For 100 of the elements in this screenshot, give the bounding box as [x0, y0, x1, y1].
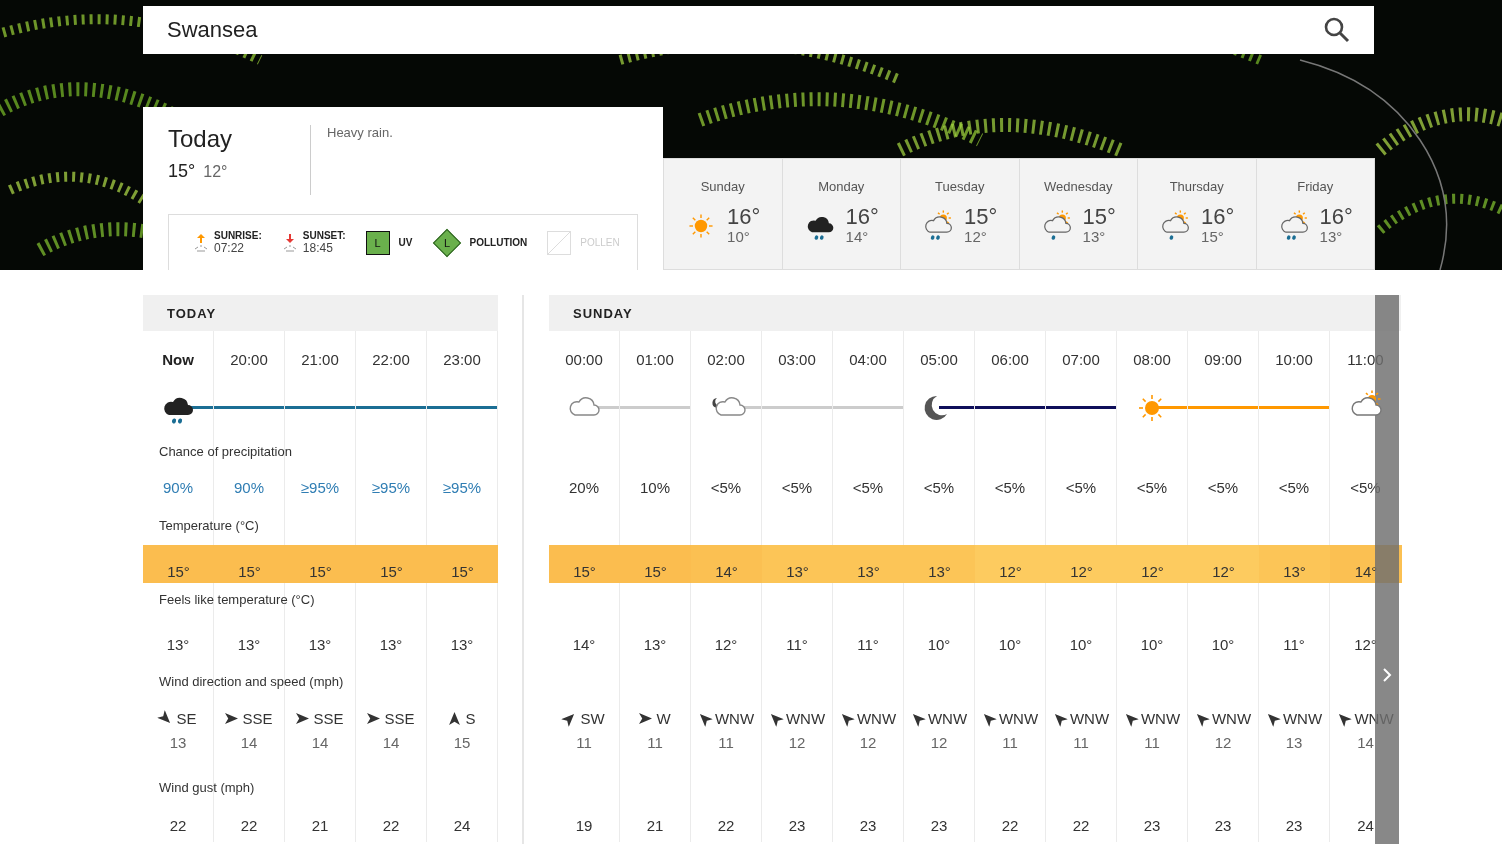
row-label: Temperature (°C)	[159, 518, 259, 533]
feels-like-value: 11°	[1283, 635, 1305, 653]
chevron-right-icon	[1382, 668, 1392, 682]
wind-speed: 11	[576, 733, 592, 751]
day-forecast[interactable]: Wednesday 15° 13°	[1019, 159, 1138, 269]
precipitation-value: <5%	[994, 478, 1026, 496]
wind-speed: 13	[169, 733, 187, 751]
precipitation-value: 90%	[234, 478, 264, 496]
precipitation-value: <5%	[1207, 478, 1239, 496]
high-temperature: 16°	[1201, 206, 1235, 228]
hour-label: 23:00	[442, 349, 482, 370]
feels-like-value: 13°	[643, 635, 667, 653]
precipitation-value: <5%	[923, 478, 955, 496]
day-forecast[interactable]: Thursday 16° 15°	[1138, 159, 1257, 269]
high-temperature: 15°	[1082, 206, 1116, 228]
temperature-cell: 12°	[1117, 545, 1188, 583]
sunset-time: 18:45	[302, 241, 334, 256]
wind-speed: 13	[1285, 733, 1303, 751]
wind-direction: SSE	[384, 709, 415, 727]
day-name: Monday	[818, 179, 865, 194]
temperature-cell: 12°	[1188, 545, 1259, 583]
wind-gust: 24	[453, 816, 471, 834]
precipitation-value: ≥95%	[371, 478, 411, 496]
high-temperature: 15°	[964, 206, 998, 228]
hour-label: 20:00	[229, 349, 269, 370]
wind-gust: 19	[575, 816, 593, 834]
low-temperature: 12°	[203, 163, 228, 181]
wind-direction: WNW	[1069, 709, 1110, 727]
uv-badge: L	[365, 230, 390, 255]
wind-gust: 21	[311, 816, 329, 834]
wind-direction: WNW	[927, 709, 968, 727]
feels-like-value: 10°	[1211, 635, 1235, 653]
wind-gust: 23	[1214, 816, 1232, 834]
wind-direction: WNW	[856, 709, 897, 727]
wind-gust: 23	[1143, 816, 1161, 834]
feels-like-value: 12°	[714, 635, 738, 653]
wind-gust: 23	[1285, 816, 1303, 834]
wind-gust: 23	[788, 816, 806, 834]
search-icon[interactable]	[1324, 17, 1350, 43]
wind-direction: WNW	[785, 709, 826, 727]
low-temperature: 14°	[845, 228, 870, 245]
low-temperature: 13°	[1082, 228, 1107, 245]
hour-label: 21:00	[300, 349, 340, 370]
sunset-label: SUNSET:	[302, 230, 346, 242]
wind-gust: 22	[1072, 816, 1090, 834]
hour-label: 07:00	[1061, 349, 1101, 370]
low-temperature: 13°	[1319, 228, 1344, 245]
precipitation-value: 90%	[163, 478, 193, 496]
wind-gust: 22	[382, 816, 400, 834]
precipitation-value: <5%	[1136, 478, 1168, 496]
temperature-cell: 12°	[1046, 545, 1117, 583]
wind-gust: 22	[169, 816, 187, 834]
wind-direction: SSE	[242, 709, 273, 727]
wind-gust: 21	[646, 816, 664, 834]
hour-label: 03:00	[777, 349, 817, 370]
row-label: Wind direction and speed (mph)	[159, 674, 344, 689]
hour-label: 10:00	[1274, 349, 1314, 370]
wind-gust: 23	[930, 816, 948, 834]
wind-direction: SSE	[313, 709, 344, 727]
day-forecast[interactable]: Tuesday 15° 12°	[901, 159, 1020, 269]
hour-label: 04:00	[848, 349, 888, 370]
row-label: Chance of precipitation	[159, 444, 292, 459]
row-label: Wind gust (mph)	[159, 780, 255, 795]
sunset-icon	[281, 232, 298, 253]
section-title: SUNDAY	[573, 305, 633, 321]
hour-label: 22:00	[371, 349, 411, 370]
wind-speed: 14	[1357, 733, 1374, 751]
feels-like-value: 11°	[786, 635, 808, 653]
wind-gust: 22	[1001, 816, 1019, 834]
wind-gust: 23	[859, 816, 877, 834]
day-name: Sunday	[700, 179, 745, 194]
wind-gust: 22	[240, 816, 258, 834]
temperature-cell: 12°	[975, 545, 1046, 583]
feels-like-value: 10°	[927, 635, 951, 653]
feels-like-value: 10°	[998, 635, 1022, 653]
high-temperature: 16°	[845, 206, 879, 228]
hour-label: 06:00	[990, 349, 1030, 370]
temperature-cell: 15°	[214, 545, 285, 583]
day-forecast[interactable]: Friday 16° 13°	[1256, 159, 1374, 269]
precipitation-value: <5%	[781, 478, 813, 496]
feels-like-value: 13°	[308, 635, 332, 653]
wind-speed: 12	[859, 733, 877, 751]
sunrise-time: 07:22	[214, 241, 246, 256]
temperature-cell: 15°	[356, 545, 427, 583]
day-name: Wednesday	[1044, 179, 1113, 194]
feels-like-value: 10°	[1140, 635, 1164, 653]
feels-like-value: 10°	[1069, 635, 1093, 653]
low-temperature: 10°	[727, 228, 751, 245]
day-forecast[interactable]: Monday 16° 14°	[782, 159, 901, 269]
temperature-cell: 13°	[833, 545, 904, 583]
wind-direction: SW	[580, 709, 605, 727]
pollution-label: POLLUTION	[469, 237, 528, 249]
wind-speed: 14	[382, 733, 400, 751]
hour-label: 08:00	[1132, 349, 1172, 370]
wind-speed: 11	[1073, 733, 1089, 751]
precipitation-value: 10%	[640, 478, 670, 496]
day-forecast[interactable]: Sunday 16° 10°	[664, 159, 783, 269]
wind-direction: WNW	[1211, 709, 1252, 727]
hour-label: 01:00	[635, 349, 675, 370]
temperature-cell: 15°	[620, 545, 691, 583]
